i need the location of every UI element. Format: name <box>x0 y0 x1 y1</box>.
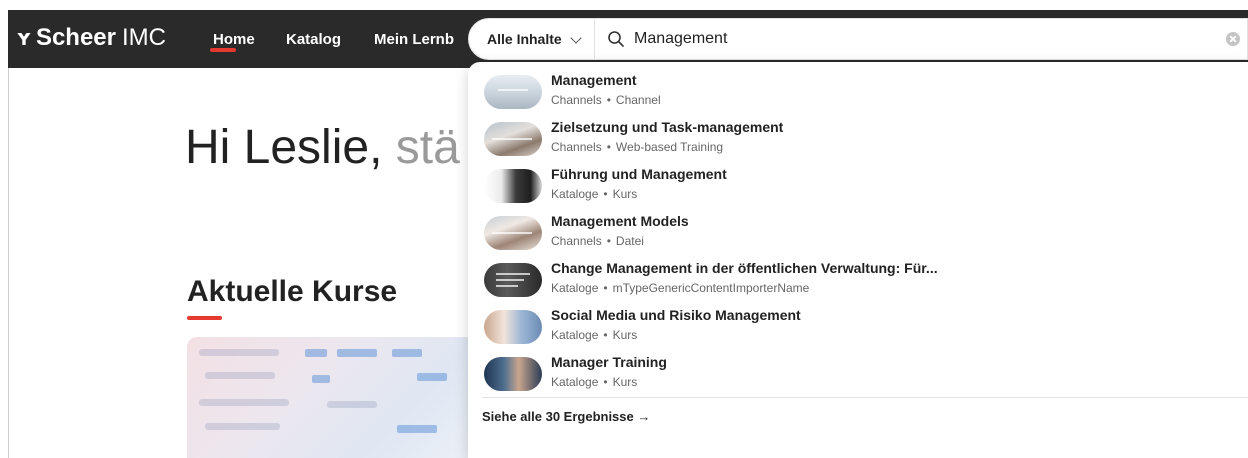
result-meta: Kataloge • Kurs <box>551 328 637 342</box>
result-type: Web-based Training <box>615 140 724 154</box>
meta-separator: • <box>603 187 608 201</box>
search-result-item[interactable]: Manager Training Kataloge • Kurs <box>484 354 1184 396</box>
meta-separator: • <box>603 281 608 295</box>
thumbnail-detail <box>496 279 524 281</box>
result-category: Channels <box>551 140 602 154</box>
result-meta: Kataloge • Kurs <box>551 187 637 201</box>
nav-item-home[interactable]: Home <box>210 31 255 52</box>
result-title: Change Management in der öffentlichen Ve… <box>551 260 938 276</box>
thumbnail-detail <box>496 285 518 287</box>
search-result-item[interactable]: Zielsetzung und Task-management Channels… <box>484 119 1184 161</box>
result-type: Kurs <box>612 187 638 201</box>
top-strip <box>0 0 1248 10</box>
card-image-detail <box>312 375 330 383</box>
page-left-border <box>8 68 9 458</box>
result-title: Social Media und Risiko Management <box>551 307 801 323</box>
logo-mark-icon: ʏ <box>16 26 32 51</box>
meta-separator: • <box>606 140 611 154</box>
nav-item-label: Mein Lernb <box>374 31 455 48</box>
divider <box>594 19 595 59</box>
search-input[interactable] <box>634 26 1194 52</box>
nav-item-mein-lernbereich[interactable]: Mein Lernb <box>374 31 474 48</box>
result-title: Führung und Management <box>551 166 727 182</box>
nav-item-label: Home <box>213 31 255 48</box>
brand-logo[interactable]: ʏ Scheer IMC <box>16 24 166 52</box>
result-thumbnail <box>484 75 542 109</box>
search-result-item[interactable]: Management Channels • Channel <box>484 72 1184 114</box>
card-image-detail <box>392 349 422 357</box>
search-result-item[interactable]: Führung und Management Kataloge • Kurs <box>484 166 1184 208</box>
logo-text-strong: Scheer <box>35 24 116 51</box>
card-image-detail <box>337 349 377 357</box>
card-image-detail <box>205 423 280 430</box>
result-category: Kataloge <box>551 187 599 201</box>
result-title: Manager Training <box>551 354 667 370</box>
nav-item-katalog[interactable]: Katalog <box>286 31 341 48</box>
meta-separator: • <box>606 93 611 107</box>
result-category: Channels <box>551 93 602 107</box>
search-result-item[interactable]: Management Models Channels • Datei <box>484 213 1184 255</box>
card-image-detail <box>417 373 447 381</box>
thumbnail-detail <box>492 232 532 234</box>
clear-icon[interactable] <box>1226 32 1240 46</box>
course-card[interactable] <box>187 337 487 458</box>
scope-select-label: Alle Inhalte <box>487 31 562 47</box>
card-image-detail <box>205 372 275 379</box>
result-meta: Channels • Web-based Training <box>551 140 723 154</box>
result-category: Kataloge <box>551 328 599 342</box>
result-category: Kataloge <box>551 375 599 389</box>
result-thumbnail <box>484 310 542 344</box>
result-thumbnail <box>484 216 542 250</box>
meta-separator: • <box>606 234 611 248</box>
greeting-muted-text: stä <box>382 121 460 174</box>
search-icon <box>608 31 624 47</box>
result-title: Management <box>551 72 637 88</box>
divider <box>482 397 1248 398</box>
nav-item-label: Katalog <box>286 31 342 48</box>
section-title: Aktuelle Kurse <box>187 275 398 308</box>
thumbnail-detail <box>496 273 530 275</box>
card-image-detail <box>199 349 279 356</box>
meta-separator: • <box>603 328 608 342</box>
search-result-item[interactable]: Social Media und Risiko Management Katal… <box>484 307 1184 349</box>
card-image-detail <box>305 349 327 357</box>
result-meta: Channels • Datei <box>551 234 644 248</box>
result-meta: Kataloge • Kurs <box>551 375 637 389</box>
section-title-underline <box>187 316 222 320</box>
greeting-name: Hi Leslie, <box>185 121 383 174</box>
result-thumbnail <box>484 357 542 391</box>
active-indicator <box>210 48 236 52</box>
search-result-item[interactable]: Change Management in der öffentlichen Ve… <box>484 260 1184 302</box>
result-title: Management Models <box>551 213 689 229</box>
result-thumbnail <box>484 169 542 203</box>
greeting-heading: Hi Leslie, stä <box>185 120 460 175</box>
result-category: Channels <box>551 234 602 248</box>
result-meta: Channels • Channel <box>551 93 661 107</box>
card-image-detail <box>327 401 377 408</box>
result-type: Channel <box>615 93 661 107</box>
card-image-detail <box>199 399 289 406</box>
result-type: mTypeGenericContentImporterName <box>612 281 810 295</box>
result-thumbnail <box>484 122 542 156</box>
thumbnail-detail <box>498 89 528 91</box>
meta-separator: • <box>603 375 608 389</box>
result-meta: Kataloge • mTypeGenericContentImporterName <box>551 281 809 295</box>
thumbnail-detail <box>492 138 532 140</box>
result-type: Datei <box>615 234 644 248</box>
result-type: Kurs <box>612 328 638 342</box>
search-bar: Alle Inhalte <box>468 18 1248 60</box>
result-category: Kataloge <box>551 281 599 295</box>
result-title: Zielsetzung und Task-management <box>551 119 784 135</box>
result-thumbnail <box>484 263 542 297</box>
card-image-detail <box>397 425 437 433</box>
result-type: Kurs <box>612 375 638 389</box>
see-all-results-link[interactable]: Siehe alle 30 Ergebnisse → <box>482 409 650 424</box>
logo-text-light: IMC <box>122 24 166 51</box>
chevron-down-icon <box>570 32 582 44</box>
search-results-dropdown: Management Channels • Channel Zielsetzung … <box>468 62 1248 458</box>
